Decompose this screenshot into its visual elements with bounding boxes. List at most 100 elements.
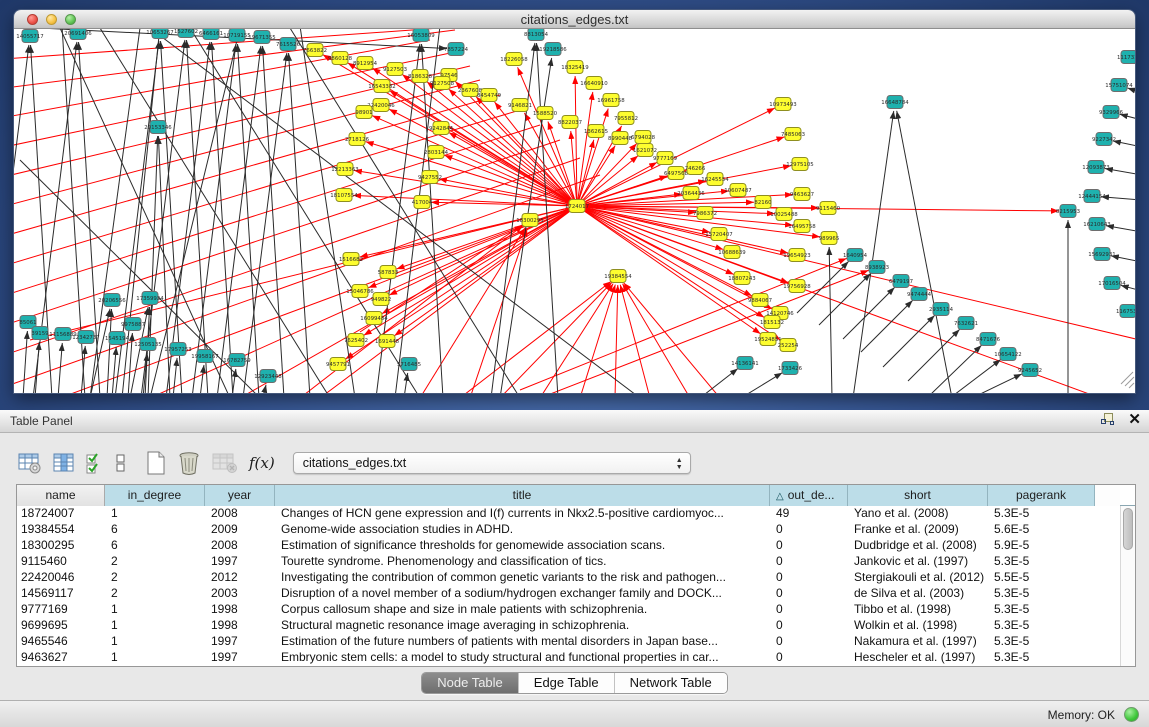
graph-node[interactable]: 417004 [412,196,433,209]
graph-node[interactable]: 18325419 [561,61,589,74]
graph-node[interactable]: 9427552 [418,171,442,184]
graph-node[interactable]: 19218586 [539,43,567,56]
float-panel-icon[interactable] [1101,413,1114,426]
graph-node[interactable]: 10607487 [724,184,751,197]
show-columns-icon[interactable] [53,452,75,474]
table-row[interactable]: 1456911722003Disruption of a novel membe… [17,586,1135,602]
table-scrollbar[interactable] [1120,506,1135,666]
graph-node[interactable]: 19654923 [783,249,810,262]
graph-node[interactable]: 1733426 [778,362,803,375]
graph-node[interactable]: 17016504 [1098,277,1126,290]
table-settings-icon[interactable] [18,452,42,474]
graph-node[interactable]: 12923448 [254,370,282,383]
column-header-name[interactable]: name [17,485,105,506]
zoom-window-button[interactable] [65,14,76,25]
graph-node[interactable]: 17359924 [136,292,164,305]
graph-node[interactable]: 1621072 [633,144,657,157]
graph-node[interactable]: 6466161 [199,29,223,40]
graph-node[interactable]: 10025488 [770,208,798,221]
graph-node[interactable]: 252254 [778,339,799,352]
graph-node[interactable]: 9227342 [1092,133,1116,146]
graph-node[interactable]: 8454749 [477,89,502,102]
graph-node[interactable]: 15692931 [1088,248,1115,261]
graph-node[interactable]: 9245652 [1018,364,1042,377]
graph-node[interactable]: 9860128 [328,52,353,65]
graph-node[interactable]: 9463627 [790,188,814,201]
graph-node[interactable]: 9884067 [748,294,772,307]
graph-node[interactable]: 15751074 [1105,79,1133,92]
graph-node[interactable]: 746266 [685,162,706,175]
graph-node[interactable]: 9975887 [121,318,145,331]
graph-node[interactable]: 9115460 [816,202,841,215]
graph-node[interactable]: 1724017 [565,200,589,213]
column-header-short[interactable]: short [848,485,988,506]
graph-node[interactable]: 7632621 [954,317,978,330]
graph-node[interactable]: 1545194 [105,332,130,345]
graph-node[interactable]: 989965 [819,232,840,245]
graph-node[interactable]: 10719155 [223,29,250,42]
memory-status-led-icon[interactable] [1124,707,1139,722]
graph-node[interactable]: 16961758 [597,94,625,107]
minimize-window-button[interactable] [46,14,57,25]
graph-node[interactable]: 7625402 [344,334,368,347]
table-scrollbar-thumb[interactable] [1123,508,1133,550]
graph-node[interactable]: 12444154 [1078,190,1106,203]
graph-node[interactable]: 9329966 [1099,106,1124,119]
function-builder-icon[interactable]: f(x) [249,454,275,472]
graph-node[interactable]: 8471676 [976,333,1001,346]
table-row[interactable]: 969969511998Structural magnetic resonanc… [17,618,1135,634]
tab-network-table[interactable]: Network Table [614,673,727,693]
graph-node[interactable]: 16245554 [701,173,729,186]
graph-node[interactable]: 8822037 [558,116,582,129]
column-header-year[interactable]: year [205,485,275,506]
network-table-select[interactable]: citations_edges.txt ▲▼ [293,452,691,474]
graph-node[interactable]: 7663822 [303,44,327,57]
graph-node[interactable]: 20691406 [64,29,92,40]
network-graph-canvas[interactable]: 1405571720691406106532671527602646616110… [14,29,1135,393]
table-row[interactable]: 911546021997Tourette syndrome. Phenomeno… [17,554,1135,570]
graph-node[interactable]: 6794028 [631,131,656,144]
graph-node[interactable]: 16640910 [580,77,608,90]
graph-node[interactable]: 1588520 [533,107,558,120]
graph-node[interactable]: 7857224 [444,43,469,56]
graph-node[interactable]: 12213363 [331,163,358,176]
table-row[interactable]: 1938455462009Genome-wide association stu… [17,522,1135,538]
graph-node[interactable]: 8813054 [524,29,549,41]
table-row[interactable]: 977716911998Corpus callosum shape and si… [17,602,1135,618]
graph-node[interactable]: 7955812 [614,112,638,125]
delete-icon[interactable] [177,451,201,475]
graph-node[interactable]: 15720407 [705,228,732,241]
graph-node[interactable]: 8990448 [608,132,633,145]
tab-node-table[interactable]: Node Table [422,673,518,693]
graph-node[interactable]: 1117310 [1117,51,1135,64]
close-window-button[interactable] [27,14,38,25]
graph-node[interactable]: 1362615 [584,125,608,138]
column-header-title[interactable]: title [275,485,770,506]
network-view[interactable]: 1405571720691406106532671527602646616110… [14,29,1135,393]
graph-node[interactable]: 9457791 [326,358,350,371]
network-window-titlebar[interactable]: citations_edges.txt [14,10,1135,29]
graph-node[interactable]: 6479197 [889,275,913,288]
resize-grip-icon[interactable] [1121,372,1134,388]
graph-node[interactable]: 2718126 [345,133,370,146]
graph-node[interactable]: 8912954 [353,57,378,70]
graph-node[interactable]: 8938923 [865,261,889,274]
graph-node[interactable]: 12093873 [1082,161,1109,174]
graph-node[interactable]: 2935114 [929,303,954,316]
graph-node[interactable]: 1640954 [843,249,868,262]
graph-node[interactable]: 10653267 [146,29,173,39]
graph-node[interactable]: 82160 [754,196,772,209]
table-row[interactable]: 2242004622012Investigating the contribut… [17,570,1135,586]
graph-node[interactable]: 39159 [31,327,49,340]
column-header-out-de-[interactable]: △out_de... [770,485,848,506]
column-header-in-degree[interactable]: in_degree [105,485,205,506]
graph-node[interactable]: 9127503 [383,63,407,76]
graph-node[interactable]: 20364436 [677,187,705,200]
delete-table-icon[interactable] [212,452,238,474]
close-panel-icon[interactable]: ✕ [1128,413,1141,426]
table-row[interactable]: 946362711997Embryonic stem cells: a mode… [17,650,1135,666]
graph-node[interactable]: 8215953 [1056,205,1080,218]
graph-node[interactable]: 12975105 [786,158,813,171]
graph-node[interactable]: 9146821 [508,99,532,112]
graph-node[interactable]: 7485063 [781,128,805,141]
